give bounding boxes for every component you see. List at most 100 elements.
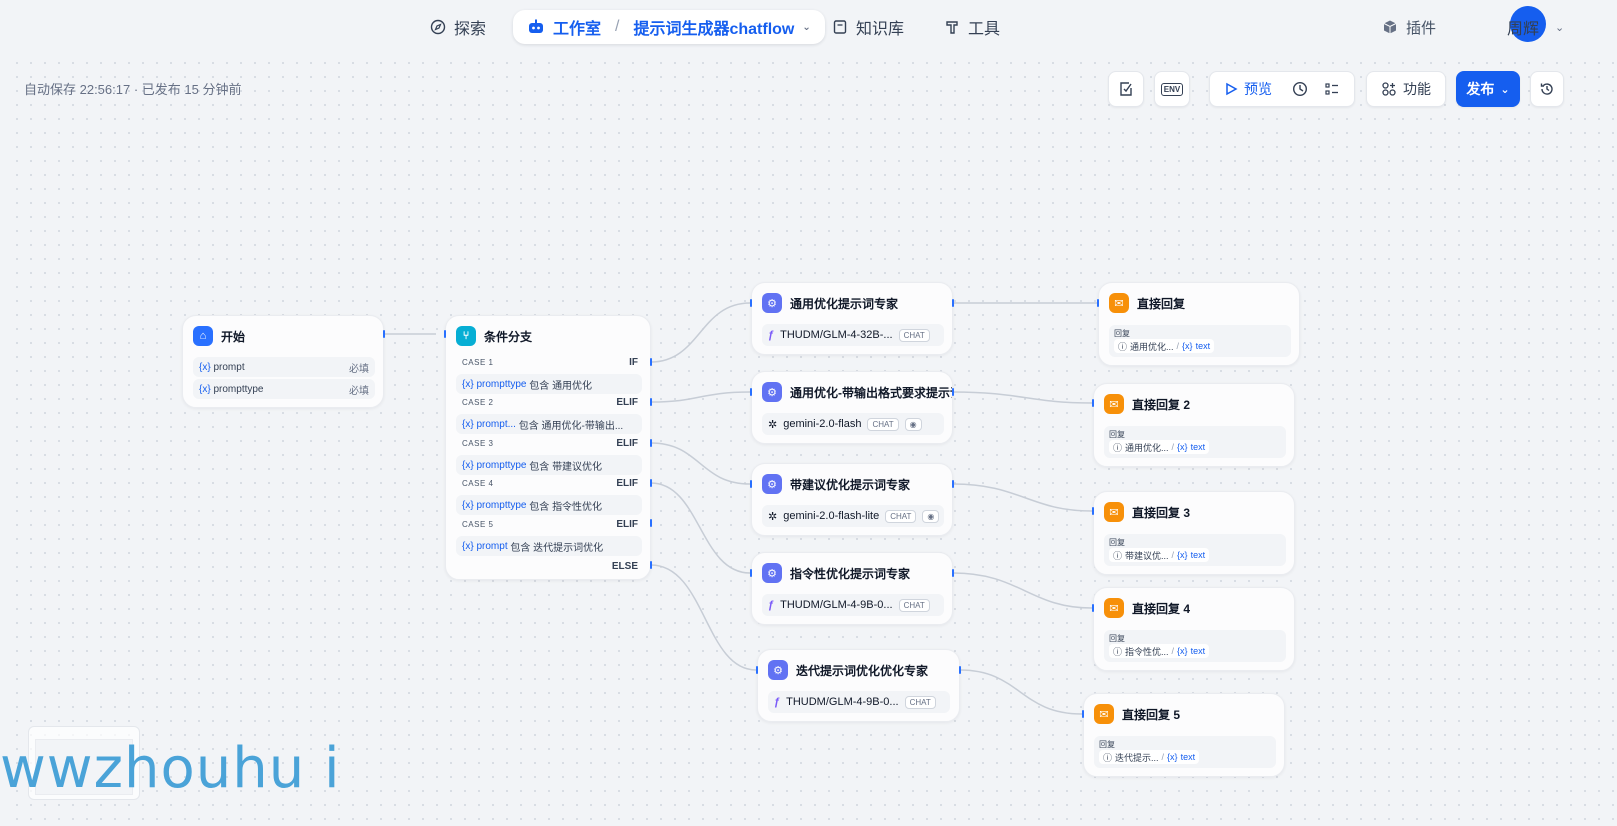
variable-name: text [1190, 550, 1206, 560]
condition-var: prompttype [476, 459, 527, 471]
condition-row[interactable]: {x} prompttype 包含 通用优化 [456, 374, 642, 394]
condition-op: 包含 [510, 542, 531, 554]
variable-name: text [1190, 442, 1206, 452]
reply-variable: ⓘ 迭代提示... / {x} text [1099, 750, 1200, 764]
reply-variable: ⓘ 带建议优... / {x} text [1109, 548, 1210, 562]
variable-name: text [1180, 752, 1196, 762]
model-provider-icon: ƒ [774, 696, 781, 708]
output-handle[interactable] [952, 480, 954, 488]
branch-icon: ⑂ [456, 326, 476, 346]
condition-value: 指令性优化 [552, 501, 603, 513]
condition-row[interactable]: {x} prompttype 包含 带建议优化 [456, 455, 642, 475]
input-handle[interactable] [1097, 299, 1099, 307]
node-title: 迭代提示词优化优化专家 [796, 663, 929, 678]
output-handle[interactable] [952, 388, 954, 396]
answer-node[interactable]: ✉ 直接回复 5 回复 ⓘ 迭代提示... / {x} text [1083, 693, 1285, 777]
node-title: 直接回复 4 [1132, 601, 1191, 616]
edge-llm4-answer4 [952, 572, 1093, 609]
reply-content[interactable]: 回复 ⓘ 指令性优... / {x} text [1104, 630, 1286, 662]
reply-icon: ✉ [1104, 598, 1124, 618]
edge-case3-llm3 [650, 442, 751, 485]
model-selector[interactable]: ✲ gemini-2.0-flash-lite CHAT ◉ [762, 505, 944, 527]
model-selector[interactable]: ƒ THUDM/GLM-4-32B-... CHAT [762, 324, 944, 346]
source-node: 迭代提示... [1115, 752, 1159, 763]
llm-icon: ⚙ [762, 382, 782, 402]
input-handle[interactable] [444, 330, 446, 338]
input-handle[interactable] [750, 569, 752, 577]
llm-icon: ⓘ [1113, 646, 1123, 657]
answer-node[interactable]: ✉ 直接回复 回复 ⓘ 通用优化... / {x} text [1098, 282, 1300, 366]
input-handle[interactable] [1092, 399, 1094, 407]
variable-icon: {x} [1177, 646, 1188, 656]
answer-node[interactable]: ✉ 直接回复 3 回复 ⓘ 带建议优... / {x} text [1093, 491, 1295, 575]
answer-node[interactable]: ✉ 直接回复 2 回复 ⓘ 通用优化... / {x} text [1093, 383, 1295, 467]
reply-content[interactable]: 回复 ⓘ 带建议优... / {x} text [1104, 534, 1286, 566]
reply-content[interactable]: 回复 ⓘ 通用优化... / {x} text [1104, 426, 1286, 458]
case-keyword: ELIF [616, 519, 638, 530]
if-else-node[interactable]: ⑂ 条件分支 CASE 1 IF {x} prompttype 包含 通用优化 … [445, 315, 651, 580]
answer-node[interactable]: ✉ 直接回复 4 回复 ⓘ 指令性优... / {x} text [1093, 587, 1295, 671]
condition-value: 通用优化-带输出... [541, 420, 624, 432]
output-handle[interactable] [650, 358, 652, 366]
input-handle[interactable] [1082, 710, 1084, 718]
reply-icon: ✉ [1109, 293, 1129, 313]
model-mode-badge: CHAT [904, 695, 936, 709]
reply-label: 回复 [1109, 430, 1125, 439]
start-node[interactable]: ⌂ 开始 {x} prompt 必填 {x} prompttype 必填 [182, 315, 384, 408]
output-handle[interactable] [959, 666, 961, 674]
required-label: 必填 [349, 363, 369, 375]
reply-variable: ⓘ 通用优化... / {x} text [1114, 339, 1215, 353]
llm-node[interactable]: ⚙ 指令性优化提示词专家 ƒ THUDM/GLM-4-9B-0... CHAT [751, 552, 953, 625]
output-handle[interactable] [650, 479, 652, 487]
input-handle[interactable] [756, 666, 758, 674]
input-handle[interactable] [750, 388, 752, 396]
condition-row[interactable]: {x} prompttype 包含 指令性优化 [456, 495, 642, 515]
case-keyword: ELIF [616, 478, 638, 489]
input-handle[interactable] [1092, 507, 1094, 515]
path-separator: / [1161, 752, 1165, 762]
model-selector[interactable]: ƒ THUDM/GLM-4-9B-0... CHAT [768, 691, 950, 713]
source-node: 指令性优... [1125, 646, 1169, 657]
input-handle[interactable] [750, 299, 752, 307]
llm-node[interactable]: ⚙ 通用优化提示词专家 ƒ THUDM/GLM-4-32B-... CHAT [751, 282, 953, 355]
llm-icon: ⓘ [1113, 550, 1123, 561]
variable-icon: {x} [462, 378, 474, 390]
llm-node[interactable]: ⚙ 迭代提示词优化优化专家 ƒ THUDM/GLM-4-9B-0... CHAT [757, 649, 960, 722]
input-handle[interactable] [750, 480, 752, 488]
input-handle[interactable] [1092, 604, 1094, 612]
node-title: 直接回复 2 [1132, 397, 1191, 412]
condition-row[interactable]: {x} prompt... 包含 通用优化-带输出... [456, 414, 642, 434]
output-handle[interactable] [650, 398, 652, 406]
reply-content[interactable]: 回复 ⓘ 迭代提示... / {x} text [1094, 736, 1276, 768]
output-handle[interactable] [383, 330, 385, 338]
model-name: THUDM/GLM-4-9B-0... [780, 599, 893, 611]
reply-content[interactable]: 回复 ⓘ 通用优化... / {x} text [1109, 325, 1291, 357]
llm-icon: ⚙ [762, 563, 782, 583]
output-handle[interactable] [650, 519, 652, 527]
model-selector[interactable]: ƒ THUDM/GLM-4-9B-0... CHAT [762, 594, 944, 616]
variable-icon: {x} [462, 540, 474, 552]
llm-node[interactable]: ⚙ 通用优化-带输出格式要求提示词 ✲ gemini-2.0-flash CHAT ◉ [751, 371, 953, 444]
output-handle[interactable] [952, 299, 954, 307]
reply-label: 回复 [1109, 634, 1125, 643]
variable-icon: {x} [1177, 550, 1188, 560]
condition-var: prompttype [476, 378, 527, 390]
reply-icon: ✉ [1094, 704, 1114, 724]
condition-row[interactable]: {x} prompt 包含 迭代提示词优化 [456, 536, 642, 556]
node-title: 直接回复 [1137, 296, 1186, 311]
llm-node[interactable]: ⚙ 带建议优化提示词专家 ✲ gemini-2.0-flash-lite CHAT ◉ [751, 463, 953, 536]
output-handle[interactable] [952, 569, 954, 577]
start-var-row[interactable]: {x} prompttype 必填 [193, 379, 375, 399]
path-separator: / [1171, 550, 1175, 560]
start-node-header: ⌂ 开始 [193, 326, 245, 346]
model-selector[interactable]: ✲ gemini-2.0-flash CHAT ◉ [762, 413, 944, 435]
output-handle[interactable] [650, 561, 652, 569]
model-mode-badge: CHAT [867, 417, 899, 431]
output-handle[interactable] [650, 439, 652, 447]
case-label: CASE 3 [462, 439, 494, 448]
model-provider-icon: ✲ [768, 510, 778, 523]
source-node: 通用优化... [1130, 341, 1174, 352]
start-var-row[interactable]: {x} prompt 必填 [193, 357, 375, 377]
reply-label: 回复 [1109, 538, 1125, 547]
condition-op: 包含 [529, 501, 550, 513]
